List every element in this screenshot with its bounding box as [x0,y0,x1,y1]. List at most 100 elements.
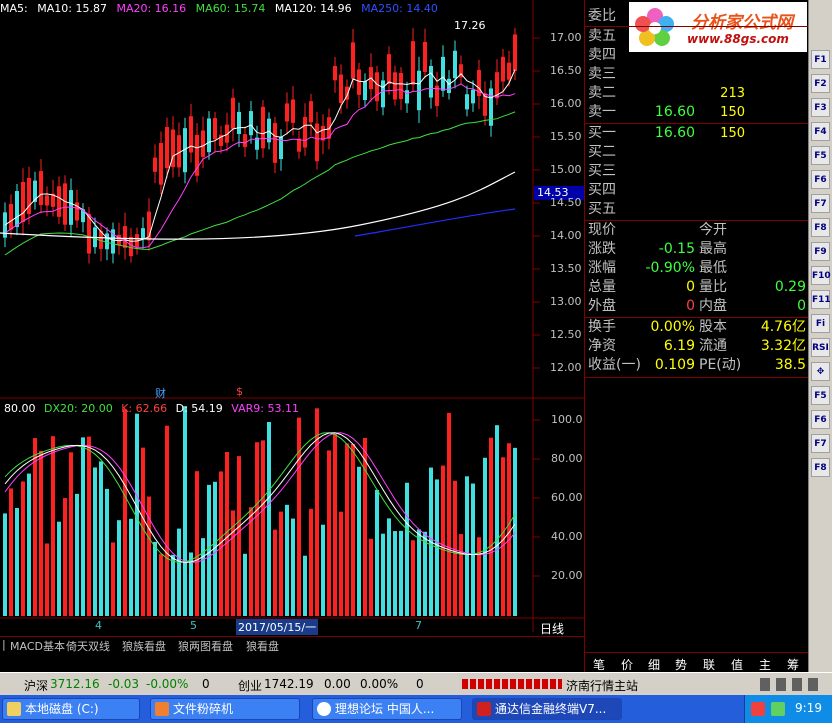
indicator-bar [471,483,475,616]
toolbar-button[interactable]: F6 [811,410,830,429]
toolbar-button[interactable]: F8 [811,218,830,237]
tab-chou[interactable]: 筹 [787,656,799,673]
indicator-bar [405,482,409,616]
candle-body [123,226,127,248]
chuangye-percent: 0.00% [360,677,399,691]
shouyi-value: 0.109 [654,357,695,373]
indicator-bar [483,457,487,616]
kline-chart[interactable] [0,0,584,632]
toolbar-button[interactable]: RSI [811,338,830,357]
indicator-bar [81,437,85,616]
candle-body [507,62,511,80]
indicator-bar [171,554,175,616]
tab-yitian[interactable]: 倚天双线 [66,638,110,654]
indicator-bar [147,496,151,616]
hushen-value: 3712.16 [50,677,100,691]
tray-icon[interactable] [751,702,765,716]
toolbar-button[interactable]: Fi [811,314,830,333]
tab-lian[interactable]: 联 [703,656,715,673]
toolbar-button[interactable]: F3 [811,98,830,117]
system-tray: 9:19 [744,695,832,723]
tab-shi[interactable]: 势 [675,656,687,673]
indicator-bar [477,537,481,616]
hushen-label: 沪深 [24,679,49,693]
candle-body [429,65,433,98]
toolbar-button[interactable]: ✥ [811,362,830,381]
price-tick-label: 13.50 [550,262,582,275]
toolbar-button[interactable]: F5 [811,146,830,165]
windows-taskbar: 本地磁盘 (C:) 文件粉碎机 理想论坛 中国人... 通达信金融终端V7...… [0,695,832,723]
tray-icon[interactable] [771,702,785,716]
x-tick-7: 7 [415,619,422,632]
indicator-bar [183,406,187,616]
weibi-label: 委比 [588,8,616,24]
tab-macd[interactable]: MACD基本 [10,638,65,654]
zongliang-value: 0 [686,279,695,295]
toolbar-button[interactable]: F10 [811,266,831,285]
indicator-bar [507,443,511,616]
indicator-var9: VAR9: 53.11 [231,402,299,415]
zongliang-label: 总量 [588,279,616,295]
buy1-price: 16.60 [654,125,695,141]
indicator-bar [309,508,313,616]
toolbar-button[interactable]: F9 [811,242,830,261]
candle-body [9,203,13,230]
indicator-bar [9,488,13,616]
pe-label: PE(动) [699,357,742,373]
toolbar-button[interactable]: F4 [811,122,830,141]
clock[interactable]: 9:19 [795,701,822,715]
tab-zhu[interactable]: 主 [759,656,771,673]
tab-langkan[interactable]: 狼看盘 [246,638,279,654]
task-local-disk[interactable]: 本地磁盘 (C:) [2,698,140,720]
toolbar-button[interactable]: F1 [811,50,830,69]
price-tick-label: 12.00 [550,361,582,374]
indicator-bar [273,529,277,616]
liangbi-label: 量比 [699,279,727,295]
row-buy3: 买三 [585,162,809,181]
zhangfu-label: 涨幅 [588,260,616,276]
indicator-bar [465,476,469,616]
zuidi-label: 最低 [699,260,727,276]
tab-jia[interactable]: 价 [621,656,633,673]
toolbar-button[interactable]: F5 [811,386,830,405]
candle-body [243,134,247,148]
period-selector[interactable]: 日线 [540,620,564,637]
toolbar-button[interactable]: F7 [811,434,830,453]
row-waipan: 外盘 0 内盘 0 [585,297,809,316]
candle-body [261,106,265,149]
price-tick-label: 15.00 [550,163,582,176]
tab-langzu[interactable]: 狼族看盘 [122,638,166,654]
price-tick-label: 14.50 [550,196,582,209]
task-file-shredder[interactable]: 文件粉碎机 [150,698,300,720]
tab-zhi[interactable]: 值 [731,656,743,673]
toolbar-button[interactable]: F2 [811,74,830,93]
price-tick-label: 15.50 [550,130,582,143]
event-marker-dollar[interactable]: $ [236,385,243,398]
indicator-bar [447,412,451,616]
indicator-bar [243,553,247,616]
toolbar-button[interactable]: F8 [811,458,830,477]
station-name[interactable]: 济南行情主站 [566,677,638,694]
task-label: 本地磁盘 (C:) [25,702,99,716]
tab-bi[interactable]: 笔 [593,656,605,673]
task-tdx-terminal[interactable]: 通达信金融终端V7... [472,698,622,720]
neipan-value: 0 [797,298,806,314]
row-zhangfu: 涨幅 -0.90% 最低 [585,259,809,278]
hushen-volume: 0 [202,677,210,691]
row-buy5: 买五 [585,200,809,219]
toolbar-button[interactable]: F6 [811,170,830,189]
indicator-bar [165,425,169,616]
sell4-label: 卖四 [588,47,616,63]
event-marker-cai[interactable]: 财 [155,385,166,401]
task-forum[interactable]: 理想论坛 中国人... [312,698,462,720]
tab-langliang[interactable]: 狼两图看盘 [178,638,233,654]
jingzi-label: 净资 [588,338,616,354]
buy1-label: 买一 [588,125,616,141]
toolbar-button[interactable]: F11 [811,290,831,309]
tab-xi[interactable]: 细 [648,656,660,673]
indicator-bar [291,518,295,616]
candle-body [213,118,217,140]
candle-body [303,116,307,148]
toolbar-button[interactable]: F7 [811,194,830,213]
trading-terminal: MA5: MA10: 15.87 MA20: 16.16 MA60: 15.74… [0,0,832,723]
